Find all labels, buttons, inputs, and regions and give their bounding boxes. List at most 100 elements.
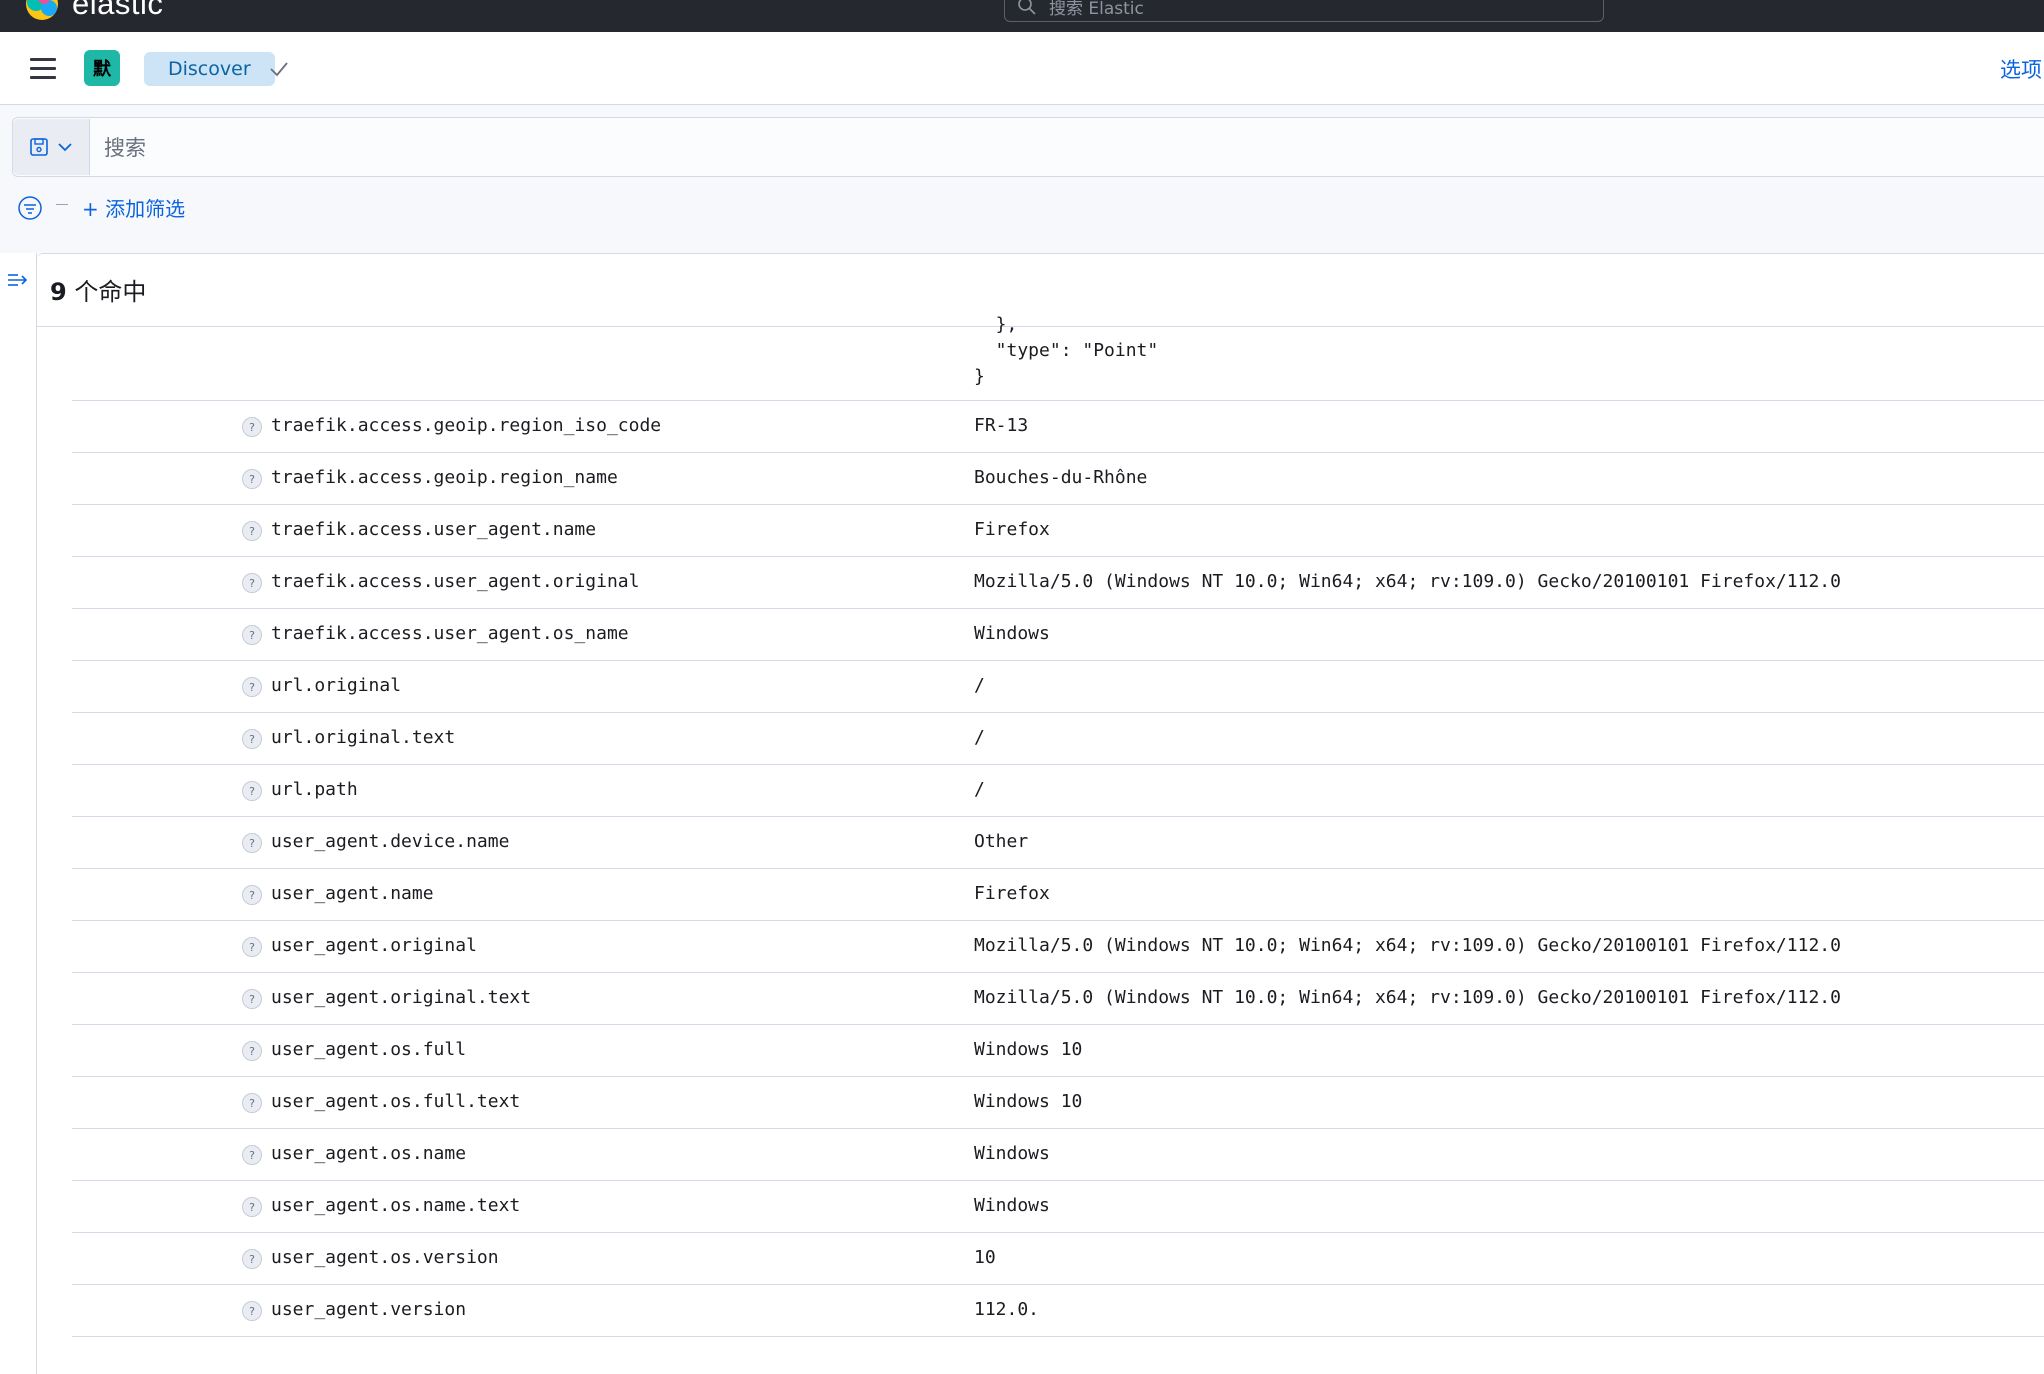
unknown-field-icon: ? xyxy=(242,573,262,593)
field-name: user_agent.os.version xyxy=(271,1247,499,1268)
table-row[interactable]: ? user_agent.os.name Windows xyxy=(72,1129,2044,1181)
unknown-field-icon: ? xyxy=(242,625,262,645)
field-name: traefik.access.user_agent.original xyxy=(271,571,640,592)
hits-label: 个命中 xyxy=(74,278,147,306)
table-row[interactable]: ? url.path / xyxy=(72,765,2044,817)
table-row[interactable]: ? url.original / xyxy=(72,661,2044,713)
hits-count: 9 个命中 xyxy=(50,272,146,307)
field-value: Windows xyxy=(974,1195,1050,1216)
search-icon xyxy=(1018,0,1036,15)
field-value: / xyxy=(974,779,985,800)
unknown-field-icon: ? xyxy=(242,1145,262,1165)
unknown-field-icon: ? xyxy=(242,1249,262,1269)
table-row[interactable]: ? traefik.access.geoip.region_iso_code FR-… xyxy=(72,401,2044,453)
field-value: Other xyxy=(974,831,1029,852)
field-name: traefik.access.geoip.region_iso_code xyxy=(271,415,662,436)
search-input[interactable]: 搜索 xyxy=(104,132,146,162)
table-row[interactable]: ? user_agent.os.full Windows 10 xyxy=(72,1025,2044,1077)
field-name: url.path xyxy=(271,779,358,800)
hits-number: 9 xyxy=(50,278,67,306)
logo-text: elastic xyxy=(72,0,164,21)
field-name: user_agent.os.name.text xyxy=(271,1195,521,1216)
field-value: FR-13 xyxy=(974,415,1029,436)
json-line: "type": "Point" xyxy=(974,340,1159,361)
filter-divider xyxy=(56,204,68,205)
add-filter-button[interactable]: + 添加筛选 xyxy=(82,193,185,222)
field-value: 112.0. xyxy=(974,1299,1040,1320)
hits-header: 9 个命中 xyxy=(37,253,2044,327)
table-row[interactable]: ? url.original.text / xyxy=(72,713,2044,765)
field-name: user_agent.os.full xyxy=(271,1039,467,1060)
unknown-field-icon: ? xyxy=(242,729,262,749)
field-name: user_agent.original xyxy=(271,935,477,956)
table-row[interactable]: ? user_agent.device.name Other xyxy=(72,817,2044,869)
field-value: Windows 10 xyxy=(974,1091,1083,1112)
table-row[interactable]: ? user_agent.name Firefox xyxy=(72,869,2044,921)
unknown-field-icon: ? xyxy=(242,833,262,853)
field-name: traefik.access.user_agent.os_name xyxy=(271,623,629,644)
json-line: }, xyxy=(974,314,1018,335)
field-value: Windows xyxy=(974,623,1050,644)
elastic-logo-icon xyxy=(24,0,60,22)
expand-sidebar-icon[interactable] xyxy=(6,270,30,290)
table-row[interactable]: ? user_agent.os.name.text Windows xyxy=(72,1181,2044,1233)
global-header: elastic 搜索 Elastic xyxy=(0,0,2044,32)
chevron-down-icon xyxy=(58,143,72,152)
field-value: Firefox xyxy=(974,519,1050,540)
field-name: user_agent.name xyxy=(271,883,434,904)
field-value: Windows 10 xyxy=(974,1039,1083,1060)
unknown-field-icon: ? xyxy=(242,469,262,489)
query-bar: 搜索 xyxy=(12,117,2044,177)
unknown-field-icon: ? xyxy=(242,1301,262,1321)
table-row[interactable]: ? traefik.access.user_agent.os_name Window… xyxy=(72,609,2044,661)
field-name: url.original xyxy=(271,675,402,696)
field-value: Windows xyxy=(974,1143,1050,1164)
field-name: user_agent.device.name xyxy=(271,831,510,852)
app-nav-bar: 默 Discover 选项 xyxy=(0,32,2044,105)
unknown-field-icon: ? xyxy=(242,1041,262,1061)
unknown-field-icon: ? xyxy=(242,677,262,697)
field-value: Bouches-du-Rhône xyxy=(974,467,1148,488)
document-fields-table: }, "type": "Point" } ? traefik.access.geo… xyxy=(72,314,2044,1337)
breadcrumb-discover[interactable]: Discover xyxy=(144,52,275,86)
field-name: user_agent.os.full.text xyxy=(271,1091,521,1112)
field-value: 10 xyxy=(974,1247,996,1268)
field-name: user_agent.os.name xyxy=(271,1143,467,1164)
field-name: url.original.text xyxy=(271,727,456,748)
options-link[interactable]: 选项 xyxy=(2000,54,2044,84)
space-avatar[interactable]: 默 xyxy=(84,50,120,86)
field-value: / xyxy=(974,675,985,696)
check-icon[interactable] xyxy=(266,56,292,82)
field-value: Mozilla/5.0 (Windows NT 10.0; Win64; x64… xyxy=(974,571,1841,592)
field-name: traefik.access.geoip.region_name xyxy=(271,467,618,488)
table-row[interactable]: ? traefik.access.user_agent.name Firefox xyxy=(72,505,2044,557)
json-line: } xyxy=(974,366,985,387)
unknown-field-icon: ? xyxy=(242,781,262,801)
table-row[interactable]: ? user_agent.version 112.0. xyxy=(72,1285,2044,1337)
table-row[interactable]: ? user_agent.os.version 10 xyxy=(72,1233,2044,1285)
table-row[interactable]: ? user_agent.os.full.text Windows 10 xyxy=(72,1077,2044,1129)
json-value-tail: }, "type": "Point" } xyxy=(72,314,2044,401)
unknown-field-icon: ? xyxy=(242,521,262,541)
table-row[interactable]: ? user_agent.original Mozilla/5.0 (Windows… xyxy=(72,921,2044,973)
menu-icon[interactable] xyxy=(30,58,56,79)
field-name: user_agent.original.text xyxy=(271,987,532,1008)
filter-row: + 添加筛选 xyxy=(16,193,185,222)
global-search-field[interactable]: 搜索 Elastic xyxy=(1004,0,1604,22)
sidebar-divider xyxy=(36,253,37,1374)
saved-query-button[interactable] xyxy=(13,119,90,175)
query-area: 搜索 + 添加筛选 xyxy=(0,105,2044,253)
elastic-logo[interactable]: elastic xyxy=(24,0,163,22)
save-icon xyxy=(30,138,48,156)
field-name: user_agent.version xyxy=(271,1299,467,1320)
field-value: Mozilla/5.0 (Windows NT 10.0; Win64; x64… xyxy=(974,935,1841,956)
table-row[interactable]: ? traefik.access.geoip.region_name Bouches… xyxy=(72,453,2044,505)
global-search-placeholder: 搜索 Elastic xyxy=(1049,0,1144,19)
table-row[interactable]: ? user_agent.original.text Mozilla/5.0 (Wi… xyxy=(72,973,2044,1025)
unknown-field-icon: ? xyxy=(242,417,262,437)
filter-icon[interactable] xyxy=(16,194,44,222)
unknown-field-icon: ? xyxy=(242,989,262,1009)
unknown-field-icon: ? xyxy=(242,937,262,957)
unknown-field-icon: ? xyxy=(242,885,262,905)
table-row[interactable]: ? traefik.access.user_agent.original Mozil… xyxy=(72,557,2044,609)
